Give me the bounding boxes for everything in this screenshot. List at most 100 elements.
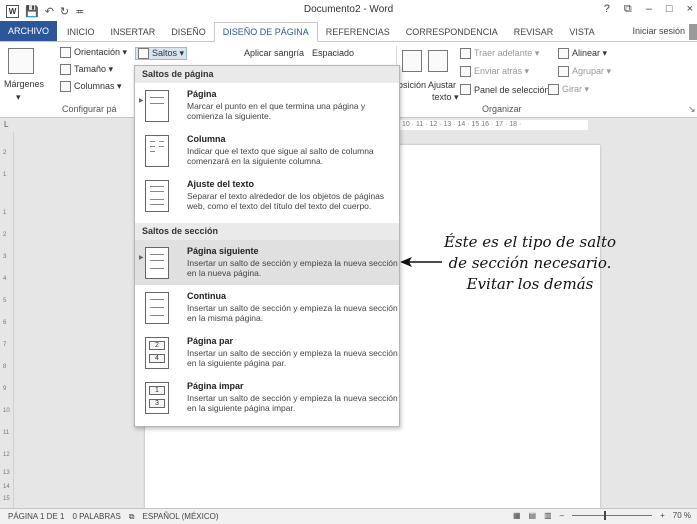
- tab-referencias[interactable]: REFERENCIAS: [318, 23, 398, 41]
- tab-vista[interactable]: VISTA: [561, 23, 602, 41]
- menu-item-pagina[interactable]: ▶ Página Marcar el punto en el que termi…: [135, 83, 399, 128]
- even-page-section-break-icon: 2 4: [145, 337, 169, 369]
- wrap-text-icon[interactable]: [428, 50, 448, 72]
- traer-adelante-label: Traer adelante ▾: [474, 48, 540, 58]
- margenes-dropdown-icon[interactable]: ▾: [16, 92, 21, 103]
- ruler-number: 14: [3, 484, 10, 490]
- tab-selector[interactable]: L: [4, 120, 14, 130]
- language-indicator[interactable]: ESPAÑOL (MÉXICO): [143, 512, 219, 521]
- zoom-slider-thumb[interactable]: [604, 511, 607, 520]
- word-count[interactable]: 0 PALABRAS: [72, 512, 120, 521]
- proofing-icon[interactable]: ⧉: [129, 512, 135, 522]
- girar-button[interactable]: Girar ▾: [548, 84, 589, 95]
- saltos-dropdown-menu: Saltos de página ▶ Página Marcar el punt…: [134, 65, 400, 427]
- menu-item-ajuste-del-texto[interactable]: Ajuste del texto Separar el texto alrede…: [135, 173, 399, 223]
- ruler-number: 3: [3, 254, 7, 260]
- section-header-saltos-de-seccion: Saltos de sección: [135, 223, 399, 240]
- aplicar-sangria-label: Aplicar sangría: [244, 48, 305, 58]
- panel-seleccion-button[interactable]: Panel de selección: [460, 84, 550, 95]
- tab-insertar[interactable]: INSERTAR: [103, 23, 164, 41]
- menu-item-pagina-par[interactable]: 2 4 Página par Insertar un salto de secc…: [135, 330, 399, 375]
- undo-icon[interactable]: ↶: [45, 5, 54, 18]
- agrupar-button[interactable]: Agrupar ▾: [558, 66, 611, 77]
- ribbon-display-options-icon[interactable]: ⧉: [624, 3, 632, 16]
- close-button[interactable]: ×: [687, 3, 693, 16]
- menu-item-desc: Marcar el punto en el que termina una pá…: [187, 101, 366, 121]
- dialog-launcher-icon[interactable]: ↘: [688, 104, 696, 115]
- agrupar-label: Agrupar ▾: [572, 66, 612, 76]
- panel-seleccion-label: Panel de selección: [474, 84, 550, 95]
- menu-item-continua[interactable]: Continua Insertar un salto de sección y …: [135, 285, 399, 330]
- account-avatar[interactable]: [689, 24, 697, 40]
- ajustar-button[interactable]: Ajustar: [428, 80, 456, 90]
- word-app-icon[interactable]: W: [6, 4, 19, 18]
- text-wrapping-break-icon: [145, 180, 169, 212]
- minimize-button[interactable]: –: [646, 3, 652, 16]
- zoom-out-button[interactable]: –: [560, 511, 564, 520]
- pointer-marker-icon: ▶: [139, 255, 144, 261]
- web-layout-icon[interactable]: ▥: [544, 511, 552, 520]
- continuous-section-break-icon: [145, 292, 169, 324]
- ruler-number: 6: [3, 320, 7, 326]
- ruler-number: 7: [3, 342, 7, 348]
- ruler-number: 15: [3, 496, 10, 502]
- page-count[interactable]: PÁGINA 1 DE 1: [8, 512, 64, 521]
- tab-diseno[interactable]: DISEÑO: [163, 23, 214, 41]
- enviar-atras-button[interactable]: Enviar atrás ▾: [460, 66, 529, 77]
- traer-adelante-button[interactable]: Traer adelante ▾: [460, 48, 539, 59]
- zoom-slider[interactable]: [572, 511, 653, 520]
- alinear-button[interactable]: Alinear ▾: [558, 48, 607, 59]
- espaciado-label: Espaciado: [312, 48, 355, 58]
- zoom-in-button[interactable]: +: [660, 511, 665, 520]
- posicion-button[interactable]: osición: [398, 80, 426, 90]
- columnas-label: Columnas ▾: [74, 81, 122, 91]
- sign-in-link[interactable]: Iniciar sesión: [632, 26, 685, 36]
- print-layout-icon[interactable]: ▤: [529, 511, 537, 520]
- align-icon: [558, 48, 569, 59]
- annotation-line: Éste es el tipo de salto: [443, 233, 617, 251]
- menu-item-title: Página impar: [187, 381, 244, 391]
- redo-icon[interactable]: ↻: [60, 5, 69, 18]
- margenes-button[interactable]: Márgenes: [4, 79, 44, 89]
- tab-revisar[interactable]: REVISAR: [506, 23, 562, 41]
- help-button[interactable]: ?: [604, 3, 610, 16]
- margins-icon[interactable]: [8, 48, 34, 74]
- tamano-button[interactable]: Tamaño ▾: [60, 64, 113, 75]
- quick-access-toolbar: W 💾 ↶ ↻ ≖: [0, 4, 84, 18]
- save-icon[interactable]: 💾: [25, 5, 39, 18]
- customize-qat-icon[interactable]: ≖: [75, 5, 84, 18]
- tab-inicio[interactable]: INICIO: [59, 23, 103, 41]
- texto-label: texto ▾: [432, 92, 459, 102]
- position-icon[interactable]: [402, 50, 422, 72]
- menu-item-pagina-siguiente[interactable]: ▶ Página siguiente Insertar un salto de …: [135, 240, 399, 285]
- thumb-number: 1: [149, 386, 165, 395]
- read-mode-icon[interactable]: ▦: [513, 511, 521, 520]
- enviar-atras-label: Enviar atrás ▾: [474, 66, 530, 76]
- menu-item-title: Página par: [187, 336, 234, 346]
- ruler-number: 1: [3, 172, 7, 178]
- saltos-button[interactable]: Saltos ▾: [135, 47, 188, 60]
- maximize-button[interactable]: □: [666, 3, 673, 16]
- orientacion-button[interactable]: Orientación ▾: [60, 47, 127, 58]
- tab-archivo[interactable]: ARCHIVO: [0, 21, 58, 41]
- menu-item-columna[interactable]: Columna Indicar que el texto que sigue a…: [135, 128, 399, 173]
- columns-icon: [60, 81, 71, 92]
- ruler-number: 10: [3, 408, 10, 414]
- ruler-number: 11: [3, 430, 10, 436]
- ruler-number: 5: [3, 298, 7, 304]
- zoom-level[interactable]: 70 %: [673, 511, 691, 520]
- tab-diseno-de-pagina[interactable]: DISEÑO DE PÁGINA: [213, 22, 318, 42]
- menu-item-title: Continua: [187, 291, 226, 301]
- send-backward-icon: [460, 66, 471, 77]
- ruler-number: 1: [3, 210, 7, 216]
- tab-correspondencia[interactable]: CORRESPONDENCIA: [398, 23, 506, 41]
- odd-page-section-break-icon: 1 3: [145, 382, 169, 414]
- menu-item-pagina-impar[interactable]: 1 3 Página impar Insertar un salto de se…: [135, 375, 399, 420]
- menu-item-title: Página: [187, 89, 217, 99]
- annotation-line: Evitar los demás: [466, 275, 594, 293]
- annotation-text: Éste es el tipo de salto de sección nece…: [430, 232, 630, 295]
- ruler-number: 4: [3, 276, 7, 282]
- vertical-ruler: 2 1 1 2 3 4 5 6 7 8 9 10 11 12 13 14 15: [0, 132, 14, 508]
- ruler-marks: 10 · 11 · 12 · 13 · 14 · 15 16 · 17 · 18…: [398, 120, 588, 130]
- columnas-button[interactable]: Columnas ▾: [60, 81, 122, 92]
